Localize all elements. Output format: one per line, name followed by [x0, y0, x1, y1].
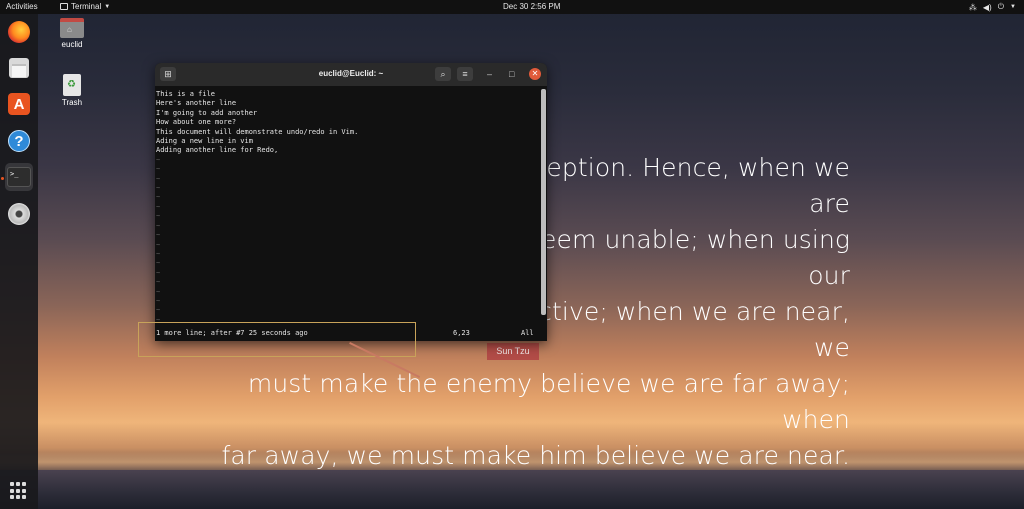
vim-empty-line: ~: [156, 202, 161, 211]
wallpaper-sea: [0, 470, 1024, 509]
terminal-icon: >_: [7, 167, 31, 187]
vim-empty-line: ~: [156, 278, 161, 287]
terminal-line: Adding another line for Redo,: [156, 146, 279, 155]
terminal-window[interactable]: ⊞ euclid@Euclid: ~ ⌕ ≡ – □ ✕ This is a f…: [155, 63, 547, 341]
vim-empty-line: ~: [156, 259, 161, 268]
terminal-line: Ading a new line in vim: [156, 137, 253, 146]
vim-empty-line: ~: [156, 249, 161, 258]
top-bar: Activities Terminal ▼ Dec 30 2:56 PM ⁂ ◀…: [0, 0, 1024, 14]
firefox-icon: [8, 21, 30, 43]
activities-button[interactable]: Activities: [6, 2, 38, 11]
menu-button[interactable]: ≡: [457, 67, 473, 81]
vim-empty-line: ~: [156, 287, 161, 296]
desktop-trash[interactable]: ♻ Trash: [58, 74, 86, 107]
close-button[interactable]: ✕: [529, 68, 541, 80]
hamburger-menu-icon: ≡: [462, 69, 468, 79]
trash-icon: ♻: [63, 74, 81, 96]
dvd-icon: [8, 203, 30, 225]
vim-empty-line: ~: [156, 212, 161, 221]
vim-empty-line: ~: [156, 221, 161, 230]
vim-empty-line: ~: [156, 296, 161, 305]
volume-icon[interactable]: ◀): [983, 3, 992, 12]
dock: A ? >_: [0, 14, 38, 509]
search-button[interactable]: ⌕: [435, 67, 451, 81]
highlight-box: [138, 322, 416, 357]
chevron-down-icon[interactable]: ▼: [1010, 4, 1016, 10]
search-icon: ⌕: [440, 68, 446, 79]
home-folder-icon: ⌂: [60, 18, 84, 38]
terminal-line: This document will demonstrate undo/redo…: [156, 127, 359, 136]
terminal-line: This is a file: [156, 90, 216, 98]
quote-line: far away, we must make him believe we ar…: [221, 441, 850, 470]
dock-item-help[interactable]: ?: [5, 127, 33, 155]
terminal-small-icon: [60, 3, 68, 10]
dock-item-files[interactable]: [5, 54, 33, 82]
dock-item-dvd[interactable]: [5, 200, 33, 228]
desktop-icon-label: euclid: [61, 40, 83, 49]
vim-empty-line: ~: [156, 268, 161, 277]
terminal-header-bar[interactable]: ⊞ euclid@Euclid: ~ ⌕ ≡ – □ ✕: [155, 63, 547, 86]
vim-empty-line: ~: [156, 240, 161, 249]
terminal-line: How about one more?: [156, 118, 237, 127]
vim-empty-line: ~: [156, 306, 161, 315]
quote-line: must make the enemy believe we are far a…: [247, 369, 850, 434]
app-menu-button[interactable]: Terminal ▼: [60, 2, 110, 11]
quote-author: Sun Tzu: [487, 343, 539, 360]
vim-empty-line: ~: [156, 231, 161, 240]
vim-empty-line: ~: [156, 193, 161, 202]
network-icon[interactable]: ⁂: [969, 3, 977, 12]
dock-item-terminal[interactable]: >_: [5, 163, 33, 191]
minimize-button[interactable]: –: [487, 69, 492, 79]
vim-scroll-indicator: All: [521, 329, 534, 337]
power-icon[interactable]: ⏻: [998, 2, 1004, 12]
vim-empty-line: ~: [156, 174, 161, 183]
ubuntu-software-icon: A: [8, 93, 30, 115]
terminal-line: I'm going to add another: [156, 108, 258, 117]
terminal-scrollbar[interactable]: [541, 89, 546, 315]
maximize-button[interactable]: □: [509, 69, 514, 79]
system-tray[interactable]: ⁂ ◀) ⏻ ▼: [969, 2, 1016, 12]
vim-empty-line: ~: [156, 155, 161, 164]
dock-item-ubuntu-software[interactable]: A: [5, 90, 33, 118]
vim-cursor-position: 6,23: [453, 329, 470, 337]
running-indicator: [1, 177, 4, 180]
terminal-line: Here's another line: [156, 99, 237, 108]
vim-empty-line: ~: [156, 165, 161, 174]
dock-item-firefox[interactable]: [5, 18, 33, 46]
terminal-content[interactable]: This is a file Here's another line I'm g…: [155, 86, 541, 341]
desktop-home-folder[interactable]: ⌂ euclid: [58, 18, 86, 49]
app-menu-label: Terminal: [71, 2, 102, 11]
desktop-icon-label: Trash: [61, 98, 83, 107]
show-applications-icon[interactable]: [10, 482, 28, 500]
files-icon: [9, 58, 29, 78]
chevron-down-icon: ▼: [104, 3, 111, 10]
vim-empty-line: ~: [156, 184, 161, 193]
clock[interactable]: Dec 30 2:56 PM: [503, 2, 560, 11]
help-icon: ?: [8, 130, 30, 152]
